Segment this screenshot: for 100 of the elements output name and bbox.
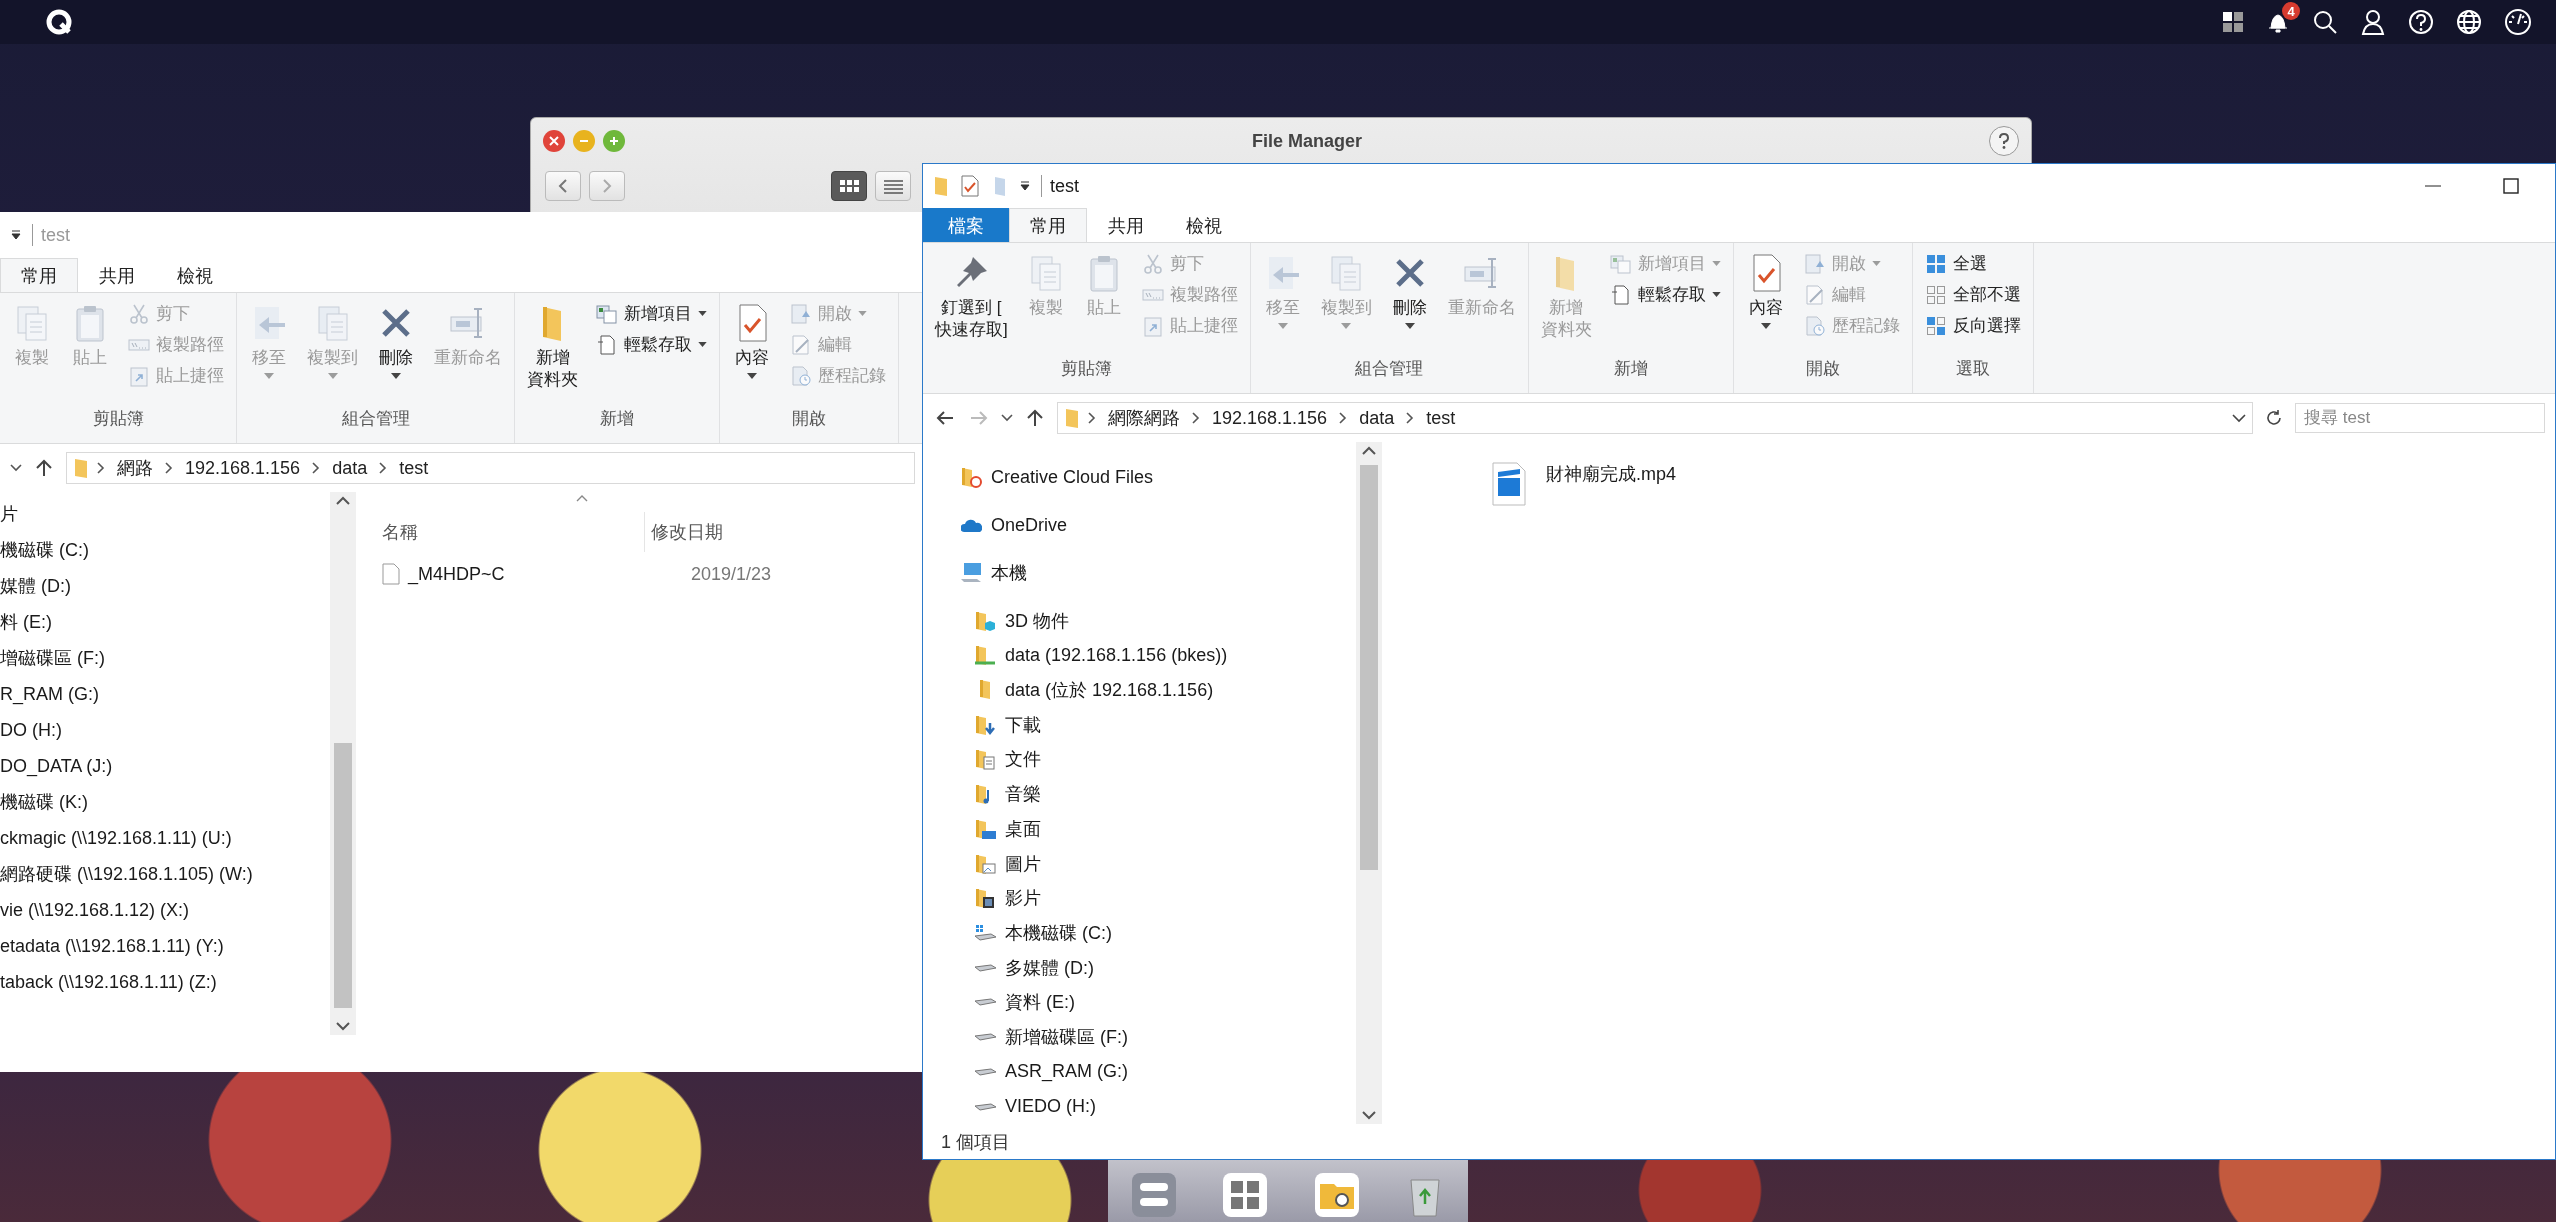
chevron-right-icon <box>602 179 612 193</box>
ribbon-tab[interactable]: 檢視 <box>156 258 234 292</box>
nav-item[interactable]: 料 (E:) <box>0 604 330 640</box>
ribbon-tab[interactable]: 共用 <box>1087 208 1165 242</box>
window-title: test <box>1050 175 1079 197</box>
scrollbar-thumb[interactable] <box>1360 465 1378 870</box>
help-button[interactable] <box>1989 126 2019 156</box>
ribbon-button[interactable]: 釘選到 [ 快速存取] <box>927 249 1016 346</box>
nav-item[interactable]: 3D 物件 <box>923 603 1356 638</box>
nav-item[interactable]: 媒體 (D:) <box>0 568 330 604</box>
column-header[interactable]: 修改日期 <box>644 512 731 552</box>
nav-item[interactable]: 片 <box>0 496 330 532</box>
file-name[interactable]: 財神廟完成.mp4 <box>1546 462 1677 486</box>
breadcrumb-item[interactable]: 網際網路 <box>1104 406 1184 430</box>
open-icon <box>790 302 812 325</box>
nav-item[interactable]: 網路硬碟 (\\192.168.1.105) (W:) <box>0 856 330 892</box>
ribbon-tab[interactable]: 檢視 <box>1165 208 1243 242</box>
nav-item[interactable]: 音樂 <box>923 776 1356 812</box>
search-field[interactable]: 搜尋 test <box>2295 403 2545 433</box>
ribbon-button[interactable]: 輕鬆存取 <box>1605 280 1725 309</box>
ribbon-button[interactable]: 刪除 <box>1381 249 1438 334</box>
nav-item[interactable]: OneDrive <box>923 507 1356 543</box>
properties-button[interactable] <box>959 173 981 199</box>
nav-item[interactable]: data (位於 192.168.1.156) <box>923 672 1356 708</box>
caret-icon <box>747 373 757 380</box>
breadcrumb-item[interactable]: 網路 <box>113 456 157 480</box>
select-all-icon <box>1924 252 1947 275</box>
scrollbar[interactable] <box>330 492 356 1035</box>
chevron-right-icon <box>1339 412 1348 424</box>
breadcrumb-item[interactable]: 192.168.1.156 <box>181 457 305 479</box>
breadcrumb-item[interactable]: data <box>328 457 372 479</box>
caret-icon <box>1711 261 1721 266</box>
nav-item[interactable]: 增磁碟區 (F:) <box>0 640 330 676</box>
address-bar[interactable]: 網際網路 192.168.1.156 data test <box>1057 402 2253 434</box>
ribbon-tab[interactable]: 常用 <box>0 258 78 292</box>
ribbon-button[interactable]: 全選 <box>1920 249 2025 278</box>
ribbon-button[interactable]: 新增項目 <box>592 299 711 328</box>
column-header[interactable]: 名稱 <box>374 512 644 552</box>
globe-icon <box>2456 9 2482 35</box>
ribbon-button[interactable]: 反向選擇 <box>1920 311 2025 340</box>
ribbon-tab[interactable]: 常用 <box>1009 208 1087 242</box>
view-toggle-button[interactable] <box>831 171 867 201</box>
folder-icon <box>933 175 949 197</box>
edit-icon <box>790 333 812 356</box>
nav-item[interactable]: Creative Cloud Files <box>923 460 1356 495</box>
ribbon-tab[interactable]: 共用 <box>78 258 156 292</box>
ribbon-button[interactable]: 刪除 <box>368 299 424 384</box>
ribbon-button[interactable]: 內容 <box>724 299 780 384</box>
nav-item[interactable]: vie (\\192.168.1.12) (X:) <box>0 892 330 928</box>
edit-icon <box>1803 283 1826 306</box>
close-button[interactable] <box>543 130 565 152</box>
breadcrumb-item[interactable]: test <box>395 457 433 479</box>
scrollbar[interactable] <box>1356 442 1382 1124</box>
nav-item[interactable]: DO (H:) <box>0 712 330 748</box>
folder-icon <box>73 457 89 479</box>
nav-item[interactable]: 本機 <box>923 555 1356 591</box>
view-toggle-button[interactable] <box>875 171 911 201</box>
up-icon <box>1025 408 1045 428</box>
nav-item[interactable]: data (192.168.1.156 (bkes)) <box>923 637 1356 673</box>
caret-icon <box>327 373 338 380</box>
invert-selection-icon <box>1924 314 1947 337</box>
file-name[interactable]: _M4HDP~C <box>408 563 663 585</box>
scrollbar-thumb[interactable] <box>334 743 352 1008</box>
nav-item[interactable]: 下載 <box>923 707 1356 743</box>
chevron-down-icon <box>336 1022 350 1031</box>
nav-item[interactable]: VIEDO (H:) <box>923 1089 1356 1124</box>
nav-item[interactable]: ASR_RAM (G:) <box>923 1054 1356 1090</box>
nav-item[interactable]: etadata (\\192.168.1.11) (Y:) <box>0 928 330 964</box>
dock-item[interactable] <box>1130 1172 1177 1218</box>
nav-item[interactable]: 桌面 <box>923 811 1356 847</box>
breadcrumb-item[interactable]: 192.168.1.156 <box>1208 407 1332 429</box>
ribbon-button[interactable]: 全部不選 <box>1920 280 2025 309</box>
history-icon <box>790 364 812 387</box>
dock-item[interactable] <box>1222 1172 1269 1218</box>
ribbon-button[interactable]: 內容 <box>1737 249 1794 334</box>
breadcrumb-item[interactable]: data <box>1355 407 1399 429</box>
drive-icon <box>973 1067 997 1076</box>
nav-item[interactable]: R_RAM (G:) <box>0 676 330 712</box>
maximize-button[interactable] <box>603 130 625 152</box>
nav-item[interactable]: ckmagic (\\192.168.1.11) (U:) <box>0 820 330 856</box>
dock-item[interactable] <box>1313 1172 1360 1218</box>
ribbon-button[interactable]: 新增 資料夾 <box>519 299 586 396</box>
nav-item[interactable]: 本機磁碟 (C:) <box>923 915 1356 951</box>
new-item-icon <box>596 302 618 325</box>
file-menu-tab[interactable]: 檔案 <box>923 208 1009 242</box>
nav-item[interactable]: taback (\\192.168.1.11) (Z:) <box>0 964 330 1000</box>
drive-icon <box>973 1033 997 1042</box>
nav-item[interactable]: 資料 (E:) <box>923 985 1356 1020</box>
nav-item[interactable]: 機磁碟 (K:) <box>0 784 330 820</box>
nav-item[interactable]: 文件 <box>923 742 1356 777</box>
address-bar[interactable]: 網路 192.168.1.156 data test <box>66 452 915 484</box>
nav-item[interactable]: DO_DATA (J:) <box>0 748 330 784</box>
breadcrumb-item[interactable]: test <box>1422 407 1460 429</box>
nav-item[interactable]: 新增磁碟區 (F:) <box>923 1019 1356 1055</box>
nav-item[interactable]: 圖片 <box>923 846 1356 881</box>
caret-icon <box>264 373 274 380</box>
ribbon-button[interactable]: 輕鬆存取 <box>592 330 711 359</box>
nav-item[interactable]: 影片 <box>923 880 1356 916</box>
nav-item[interactable]: 機磁碟 (C:) <box>0 532 330 568</box>
nav-item[interactable]: 多媒體 (D:) <box>923 950 1356 986</box>
